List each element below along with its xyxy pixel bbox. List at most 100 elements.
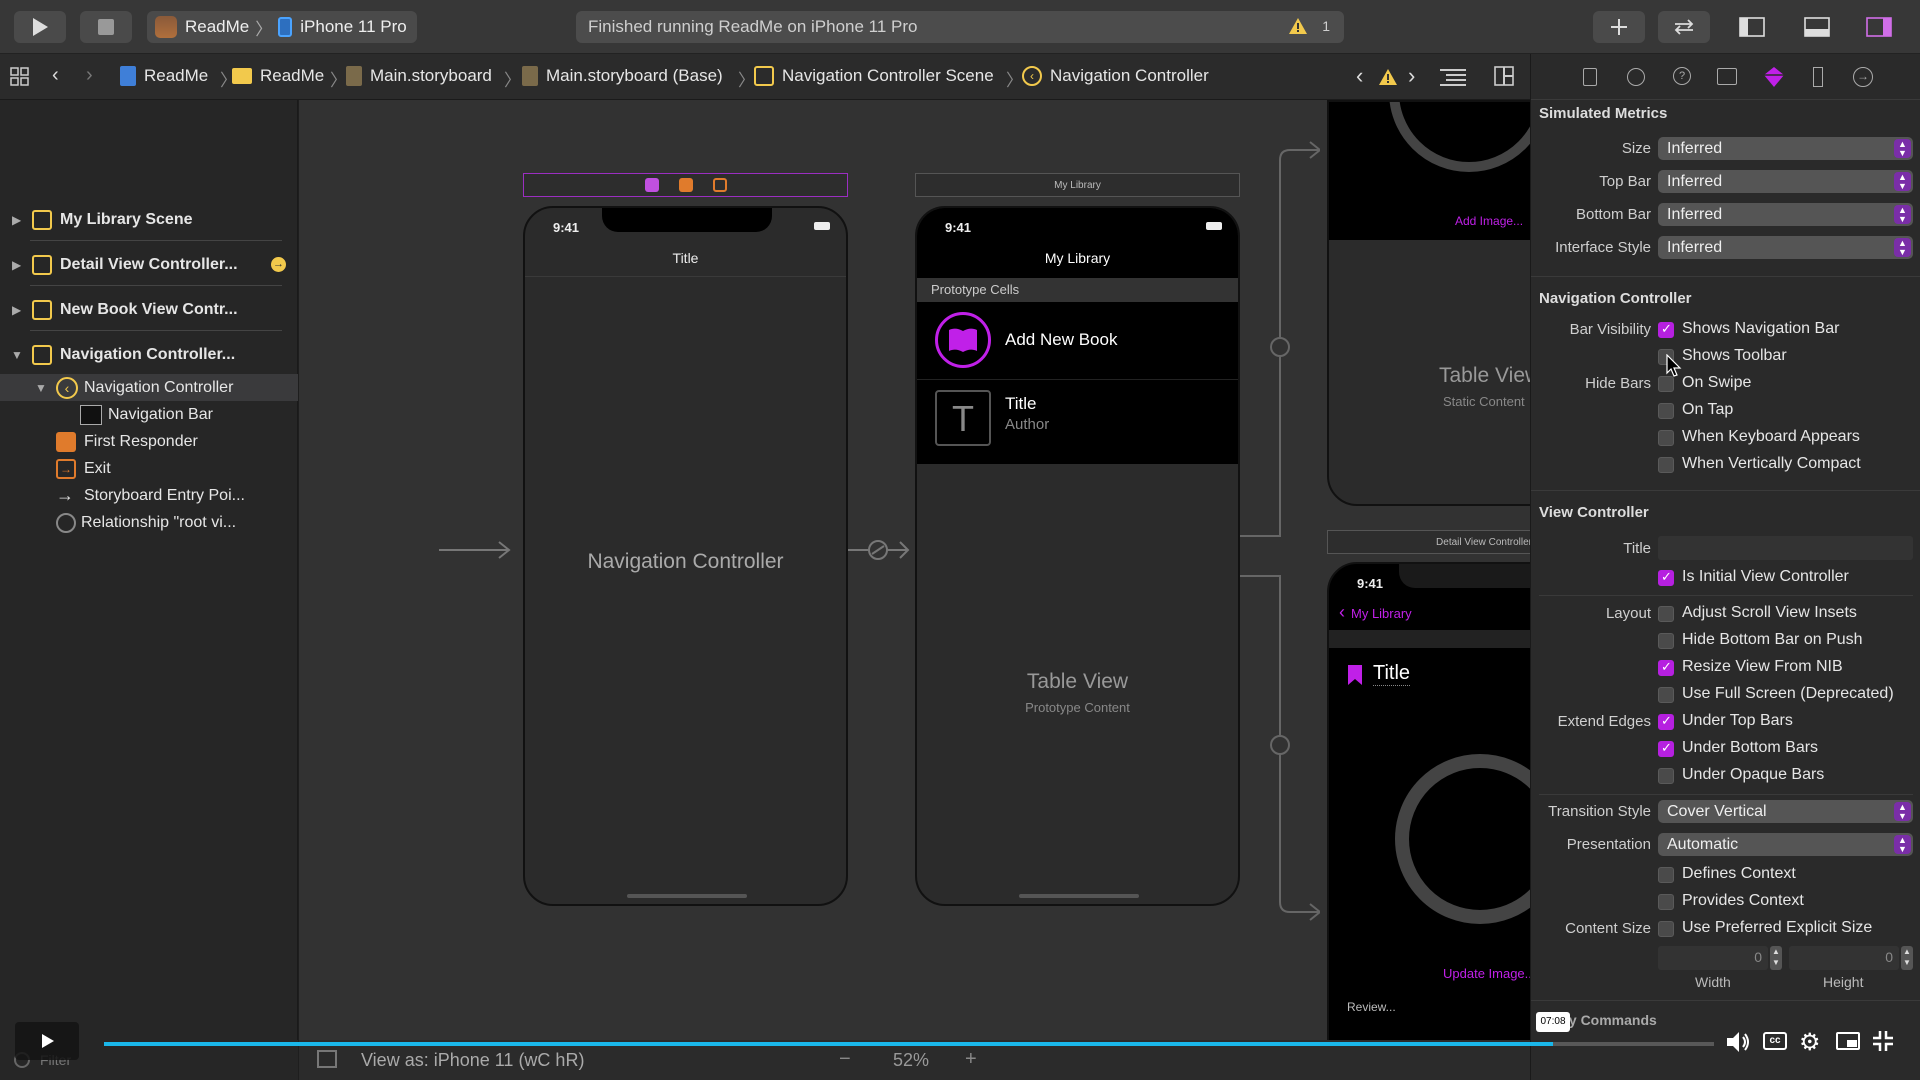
stop-button[interactable] — [80, 11, 132, 43]
outline-row[interactable]: Relationship "root vi... — [0, 509, 298, 536]
prev-issue-icon[interactable]: ‹ — [1356, 63, 1363, 89]
update-image-link[interactable]: Update Image... — [1443, 966, 1530, 981]
hide-bottom-bar-checkbox[interactable] — [1658, 633, 1674, 649]
library-phone[interactable]: 9:41 My Library Prototype Cells Add New … — [915, 206, 1240, 906]
connections-inspector-icon[interactable]: → — [1853, 67, 1873, 87]
review-field[interactable]: Review... — [1347, 1000, 1396, 1014]
volume-icon[interactable] — [1725, 1030, 1751, 1054]
outline-row[interactable]: → Exit — [0, 455, 298, 482]
video-progress-track[interactable] — [104, 1042, 1714, 1046]
outline-row[interactable]: Navigation Bar — [0, 401, 298, 428]
resize-nib-checkbox[interactable] — [1658, 659, 1674, 676]
exit-dock-icon[interactable] — [712, 178, 727, 192]
outline-row[interactable]: ▼ Navigation Controller... — [0, 341, 298, 368]
shows-navigation-bar-checkbox[interactable] — [1658, 321, 1674, 338]
disclosure-right-icon[interactable]: ▶ — [12, 303, 21, 317]
presentation-popup[interactable]: Automatic ▲ ▼ — [1658, 833, 1913, 856]
interface-style-popup[interactable]: Inferred ▲ ▼ — [1658, 236, 1913, 259]
back-chevron-icon[interactable]: ‹ — [1339, 602, 1345, 623]
crumb-scene[interactable]: Navigation Controller Scene — [754, 66, 994, 86]
under-opaque-bars-checkbox[interactable] — [1658, 768, 1674, 784]
vertically-compact-checkbox[interactable] — [1658, 457, 1674, 473]
forward-chevron-icon[interactable]: › — [86, 64, 93, 87]
crumb-storyboard[interactable]: Main.storyboard — [346, 66, 492, 86]
responder-dock-icon[interactable] — [678, 178, 693, 192]
next-issue-icon[interactable]: › — [1408, 63, 1415, 89]
settings-gear-icon[interactable]: ⚙ — [1799, 1028, 1821, 1057]
related-items-icon[interactable] — [10, 67, 30, 87]
controller-dock-icon[interactable] — [644, 178, 659, 192]
bottom-bar-popup[interactable]: Inferred ▲ ▼ — [1658, 203, 1913, 226]
storyboard-canvas[interactable]: 9:41 Title Navigation Controller My Libr… — [299, 100, 1530, 1040]
book-cell[interactable]: T Title Author — [917, 380, 1238, 464]
size-popup[interactable]: Inferred ▲ ▼ — [1658, 137, 1913, 160]
add-image-link[interactable]: Add Image... — [1455, 214, 1523, 228]
defines-context-checkbox[interactable] — [1658, 867, 1674, 883]
picture-in-picture-icon[interactable] — [1836, 1032, 1860, 1050]
issue-warning-icon[interactable] — [1378, 68, 1398, 86]
disclosure-down-icon[interactable]: ▼ — [11, 348, 23, 362]
disclosure-right-icon[interactable]: ▶ — [12, 258, 21, 272]
detail-scene-dock[interactable]: Detail View Controller — [1327, 530, 1530, 554]
disclosure-down-icon[interactable]: ▼ — [35, 381, 47, 395]
warning-icon[interactable] — [1288, 17, 1308, 35]
fullscreen-exit-icon[interactable] — [1872, 1030, 1894, 1052]
nav-scene-dock[interactable] — [523, 173, 848, 197]
keyboard-appears-checkbox[interactable] — [1658, 430, 1674, 446]
outline-row[interactable]: → Storyboard Entry Poi... — [0, 482, 298, 509]
width-field[interactable]: 0 — [1658, 946, 1768, 970]
adjust-scroll-checkbox[interactable] — [1658, 606, 1674, 622]
scheme-selector[interactable]: ReadMe 〉 iPhone 11 Pro — [147, 11, 417, 43]
crumb-project[interactable]: ReadMe — [120, 66, 208, 86]
top-bar-popup[interactable]: Inferred ▲ ▼ — [1658, 170, 1913, 193]
under-bottom-bars-checkbox[interactable] — [1658, 740, 1674, 757]
crumb-controller[interactable]: ‹ Navigation Controller — [1022, 66, 1209, 86]
height-field[interactable]: 0 — [1789, 946, 1899, 970]
outline-row[interactable]: ▶ My Library Scene — [0, 206, 298, 233]
on-tap-checkbox[interactable] — [1658, 403, 1674, 419]
library-scene-dock[interactable]: My Library — [915, 173, 1240, 197]
under-top-bars-checkbox[interactable] — [1658, 713, 1674, 730]
disclosure-right-icon[interactable]: ▶ — [12, 213, 21, 227]
transition-style-popup[interactable]: Cover Vertical ▲ ▼ — [1658, 800, 1913, 823]
provides-context-checkbox[interactable] — [1658, 894, 1674, 910]
captions-icon[interactable]: cc — [1763, 1032, 1787, 1050]
file-inspector-icon[interactable] — [1583, 68, 1597, 86]
preferred-size-checkbox[interactable] — [1658, 921, 1674, 937]
attributes-inspector-icon[interactable] — [1763, 66, 1785, 88]
vc-title-input[interactable] — [1658, 536, 1913, 560]
crumb-group[interactable]: ReadMe — [232, 66, 324, 86]
editor-options-icon[interactable] — [1440, 68, 1466, 86]
new-book-scene-partial[interactable]: Add Image... Table View Static Content — [1327, 100, 1530, 506]
on-swipe-checkbox[interactable] — [1658, 376, 1674, 392]
toggle-debug-button[interactable] — [1793, 11, 1841, 43]
crumb-storyboard-base[interactable]: Main.storyboard (Base) — [522, 66, 723, 86]
back-button-label[interactable]: My Library — [1351, 606, 1412, 621]
is-initial-checkbox[interactable] — [1658, 569, 1674, 586]
code-review-button[interactable] — [1658, 11, 1710, 43]
outline-row[interactable]: ▶ New Book View Contr... — [0, 296, 298, 323]
width-stepper-icon[interactable]: ▲ ▼ — [1770, 946, 1782, 970]
height-stepper-icon[interactable]: ▲ ▼ — [1901, 946, 1913, 970]
identity-inspector-icon[interactable] — [1717, 68, 1737, 85]
nav-controller-phone[interactable]: 9:41 Title Navigation Controller — [523, 206, 848, 906]
add-book-cell[interactable]: Add New Book — [917, 302, 1238, 380]
outline-row[interactable]: First Responder — [0, 428, 298, 455]
run-button[interactable] — [14, 11, 66, 43]
toggle-navigator-button[interactable] — [1728, 11, 1776, 43]
library-button[interactable] — [1593, 11, 1645, 43]
relationship-segue-icon[interactable] — [848, 540, 918, 560]
outline-row-selected[interactable]: ▼ ‹ Navigation Controller — [0, 374, 298, 401]
add-editor-icon[interactable] — [1494, 66, 1514, 86]
toggle-inspector-button[interactable] — [1855, 11, 1903, 43]
help-inspector-icon[interactable]: ? — [1673, 67, 1691, 85]
back-chevron-icon[interactable]: ‹ — [52, 64, 59, 87]
crumb-project-label: ReadMe — [144, 66, 209, 85]
size-inspector-icon[interactable] — [1813, 67, 1823, 87]
detail-phone-partial[interactable]: 9:41 ‹ My Library Title Update Image... … — [1327, 562, 1530, 1040]
history-inspector-icon[interactable] — [1627, 68, 1645, 86]
full-screen-checkbox[interactable] — [1658, 687, 1674, 703]
warning-dot-icon[interactable]: → — [271, 257, 286, 272]
video-play-button[interactable] — [15, 1022, 79, 1060]
outline-row[interactable]: ▶ Detail View Controller... → — [0, 251, 298, 278]
